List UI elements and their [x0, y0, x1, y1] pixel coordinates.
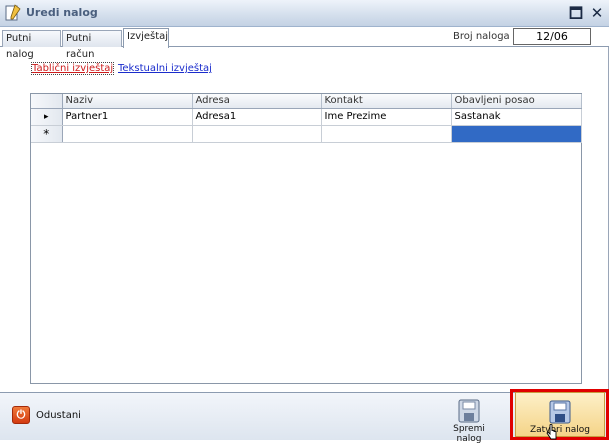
- grid-header-row: Naziv Adresa Kontakt Obavljeni posao: [31, 94, 582, 109]
- text-report-link[interactable]: Tekstualni izvještaj: [118, 63, 212, 74]
- tab-putni-nalog[interactable]: Putni nalog: [2, 30, 61, 60]
- maximize-icon[interactable]: 🗖: [567, 3, 585, 23]
- cell-kontakt[interactable]: Ime Prezime: [321, 108, 452, 126]
- close-icon[interactable]: ✕: [588, 3, 606, 23]
- title-bar: Uredi nalog 🗖 ✕: [0, 0, 609, 27]
- cell-obavljeni-posao[interactable]: [451, 125, 582, 143]
- data-grid[interactable]: Naziv Adresa Kontakt Obavljeni posao ▸ P…: [30, 93, 582, 384]
- new-row-marker-icon[interactable]: *: [31, 125, 63, 143]
- current-row-marker-icon[interactable]: ▸: [31, 108, 63, 126]
- column-header-naziv[interactable]: Naziv: [62, 94, 193, 109]
- save-disk-icon: [458, 399, 480, 423]
- cell-adresa[interactable]: Adresa1: [192, 108, 322, 126]
- close-disk-icon: [549, 400, 571, 424]
- table-report-link[interactable]: Tablični izvještaj: [30, 62, 115, 75]
- column-header-adresa[interactable]: Adresa: [192, 94, 322, 109]
- cell-obavljeni-posao[interactable]: Sastanak: [451, 108, 582, 126]
- window-title: Uredi nalog: [26, 6, 98, 19]
- cell-naziv[interactable]: [62, 125, 193, 143]
- cell-naziv[interactable]: Partner1: [62, 108, 193, 126]
- close-order-label: Zatvori nalog: [529, 425, 591, 435]
- save-order-label: Spremi nalog: [453, 424, 485, 444]
- cell-adresa[interactable]: [192, 125, 322, 143]
- column-header-obavljeni-posao[interactable]: Obavljeni posao: [451, 94, 582, 109]
- mouse-cursor-icon: [546, 424, 557, 440]
- cancel-label: Odustani: [36, 410, 81, 421]
- order-count-label: Broj naloga :: [453, 31, 517, 42]
- tab-putni-racun[interactable]: Putni račun: [62, 30, 122, 60]
- tab-izvjestaj[interactable]: Izvještaj: [123, 28, 169, 48]
- cell-kontakt[interactable]: [321, 125, 452, 143]
- close-order-button[interactable]: Zatvori nalog: [515, 392, 605, 437]
- table-row[interactable]: ▸ Partner1 Adresa1 Ime Prezime Sastanak: [31, 108, 582, 126]
- column-header-kontakt[interactable]: Kontakt: [321, 94, 452, 109]
- new-row[interactable]: *: [31, 125, 582, 143]
- corner-header: [31, 94, 63, 109]
- order-count-field[interactable]: 12/06: [513, 28, 591, 45]
- save-order-button[interactable]: Spremi nalog: [441, 398, 497, 444]
- document-icon: [5, 4, 21, 21]
- power-icon: ⏻: [12, 406, 30, 424]
